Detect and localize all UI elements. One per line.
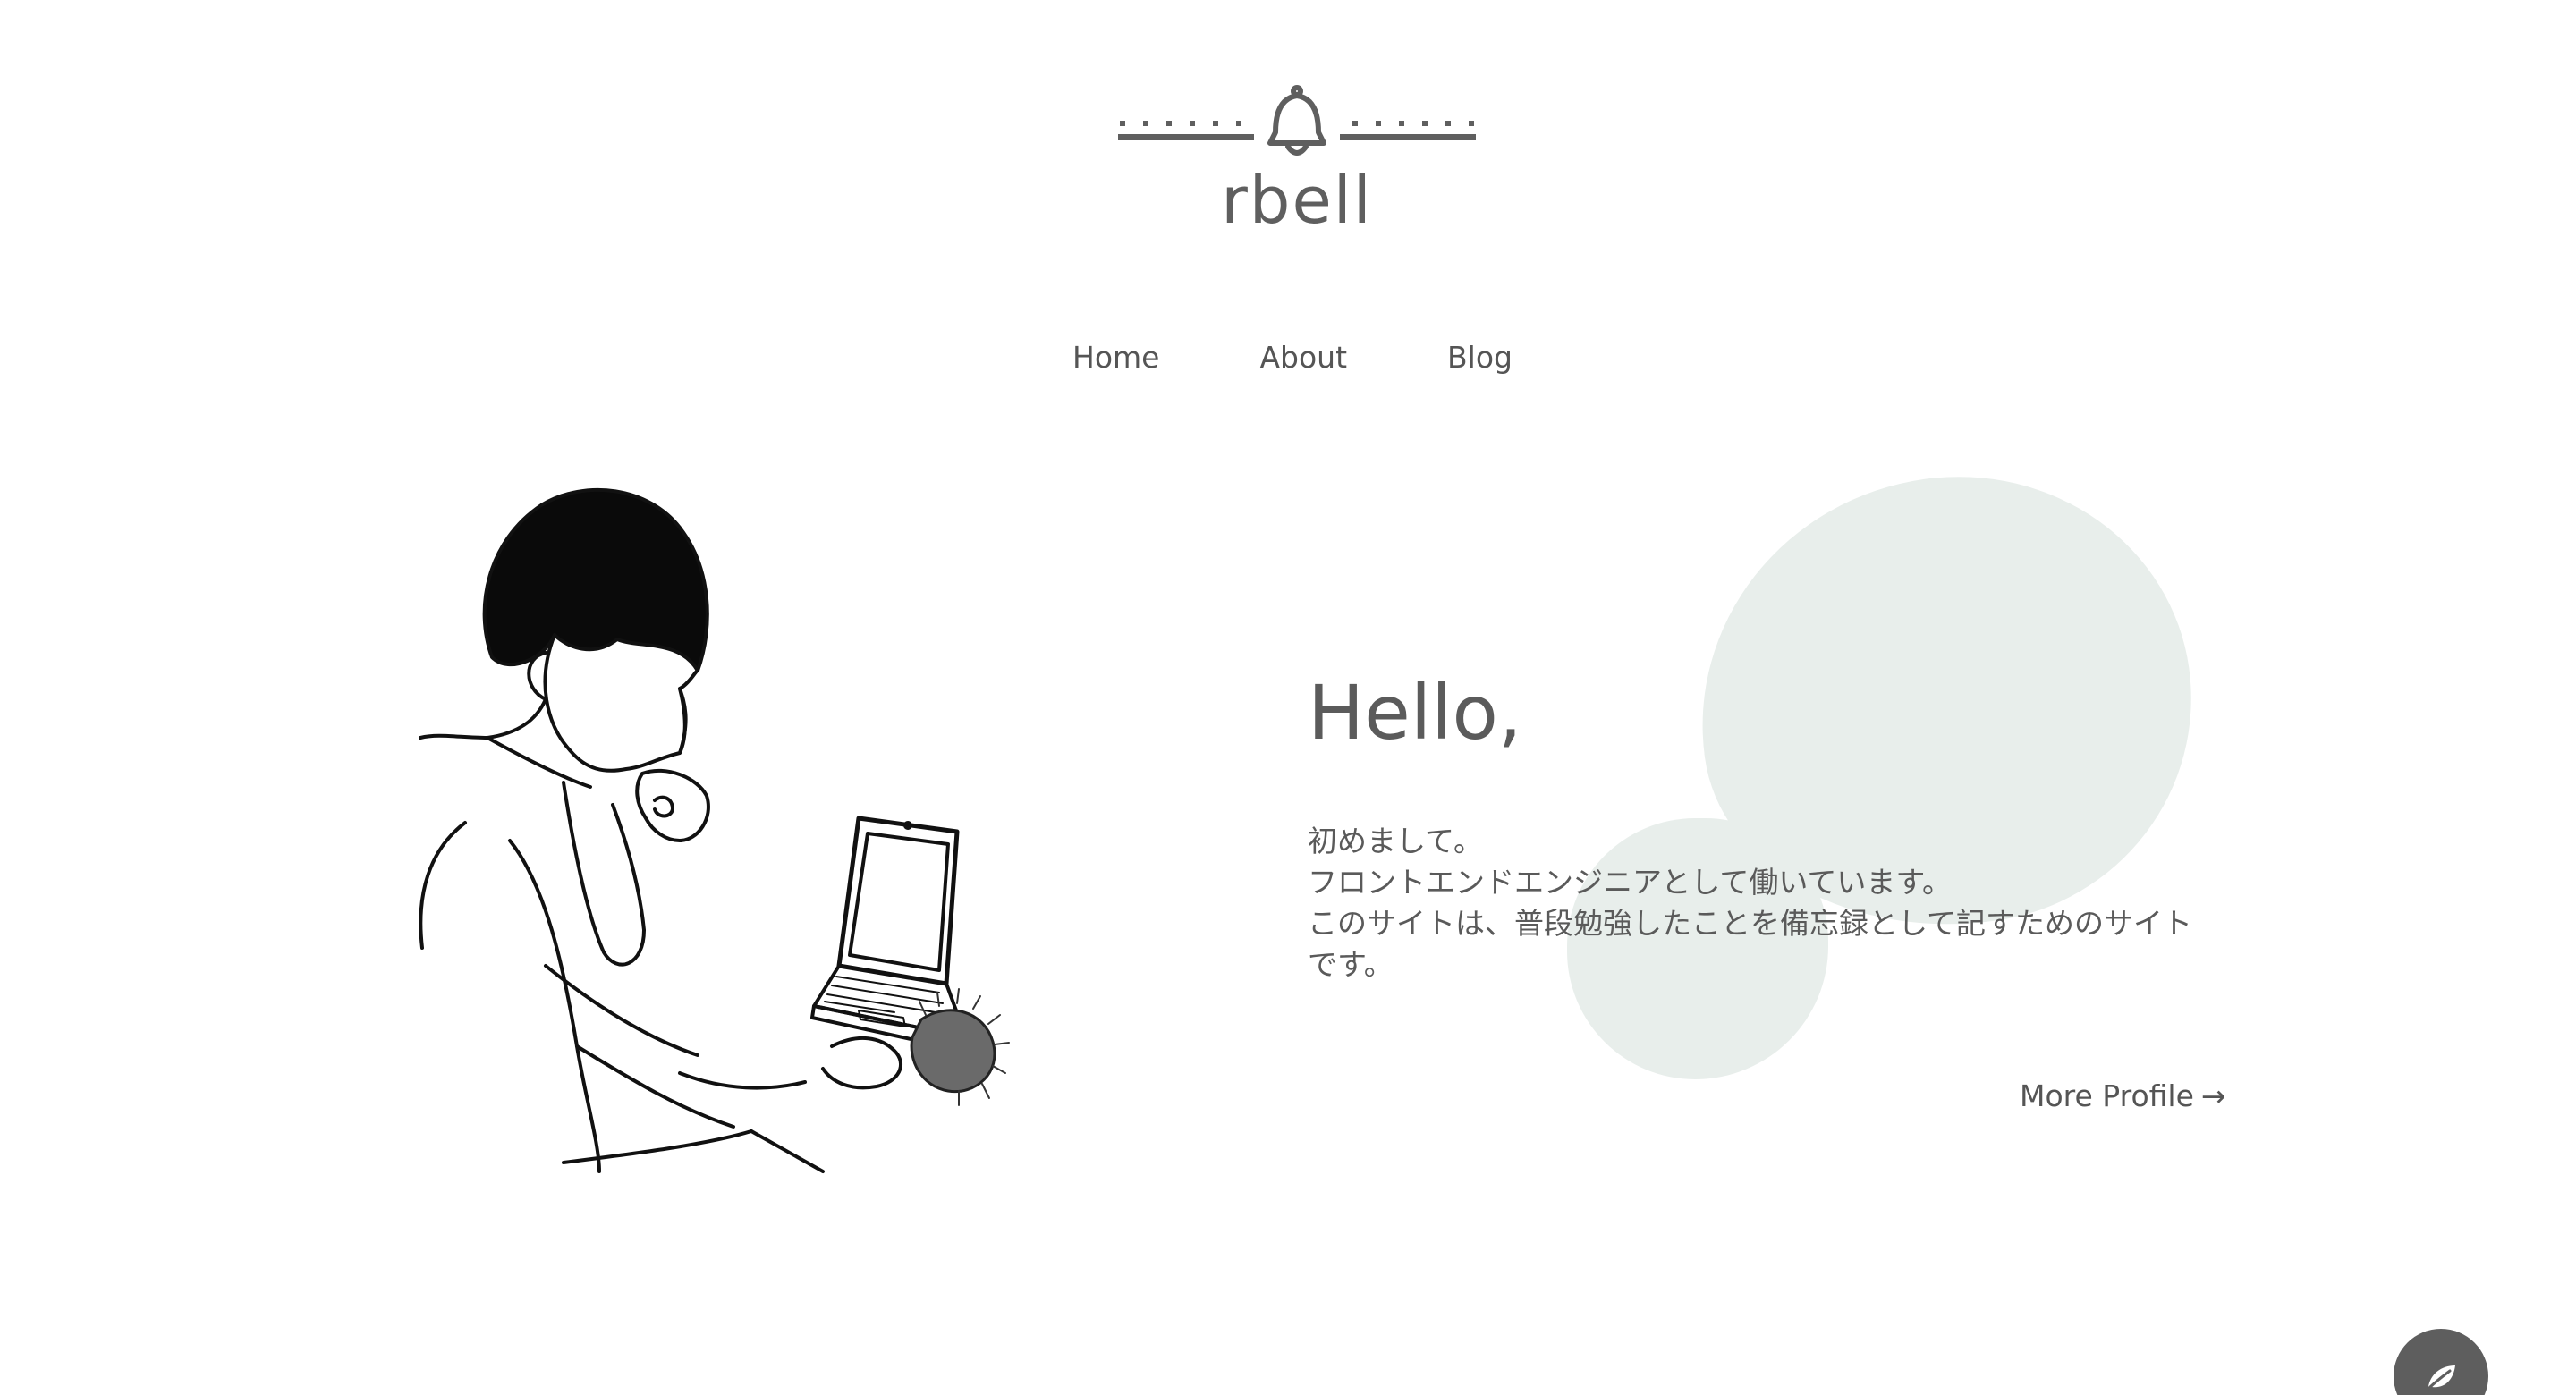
intro-line: 初めまして。 bbox=[1308, 824, 1484, 858]
logo-text: rbell bbox=[1221, 163, 1373, 238]
hero-greeting: Hello, bbox=[1308, 669, 1522, 757]
hero-intro: 初めまして。 フロントエンドエンジニアとして働いています。 このサイトは、普段勉… bbox=[1308, 821, 2220, 985]
leaf-icon bbox=[2427, 1365, 2455, 1391]
face-outline bbox=[543, 633, 699, 773]
more-profile-link[interactable]: More Profile → bbox=[2020, 1078, 2226, 1113]
nav-item-about[interactable]: About bbox=[1259, 340, 1347, 375]
site-logo[interactable]: rbell bbox=[1109, 80, 1485, 238]
nav-item-blog[interactable]: Blog bbox=[1447, 340, 1513, 375]
bell-icon bbox=[1118, 85, 1476, 156]
hero-illustration bbox=[411, 465, 1055, 1198]
arrow-right-icon: → bbox=[2200, 1078, 2226, 1113]
nav-item-home[interactable]: Home bbox=[1072, 340, 1159, 375]
intro-line: フロントエンドエンジニアとして働いています。 bbox=[1308, 865, 1953, 900]
hedgehog bbox=[910, 1009, 996, 1094]
hair-shape bbox=[482, 487, 709, 672]
floating-leaf-button[interactable] bbox=[2394, 1329, 2488, 1395]
intro-line: このサイトは、普段勉強したことを備忘録として記すためのサイトです。 bbox=[1308, 906, 2193, 982]
page: rbell Home About Blog Hello, 初めまして。 フロント… bbox=[0, 0, 2576, 1395]
more-profile-label: More Profile bbox=[2020, 1078, 2194, 1113]
main-nav: Home About Blog bbox=[0, 340, 2576, 375]
